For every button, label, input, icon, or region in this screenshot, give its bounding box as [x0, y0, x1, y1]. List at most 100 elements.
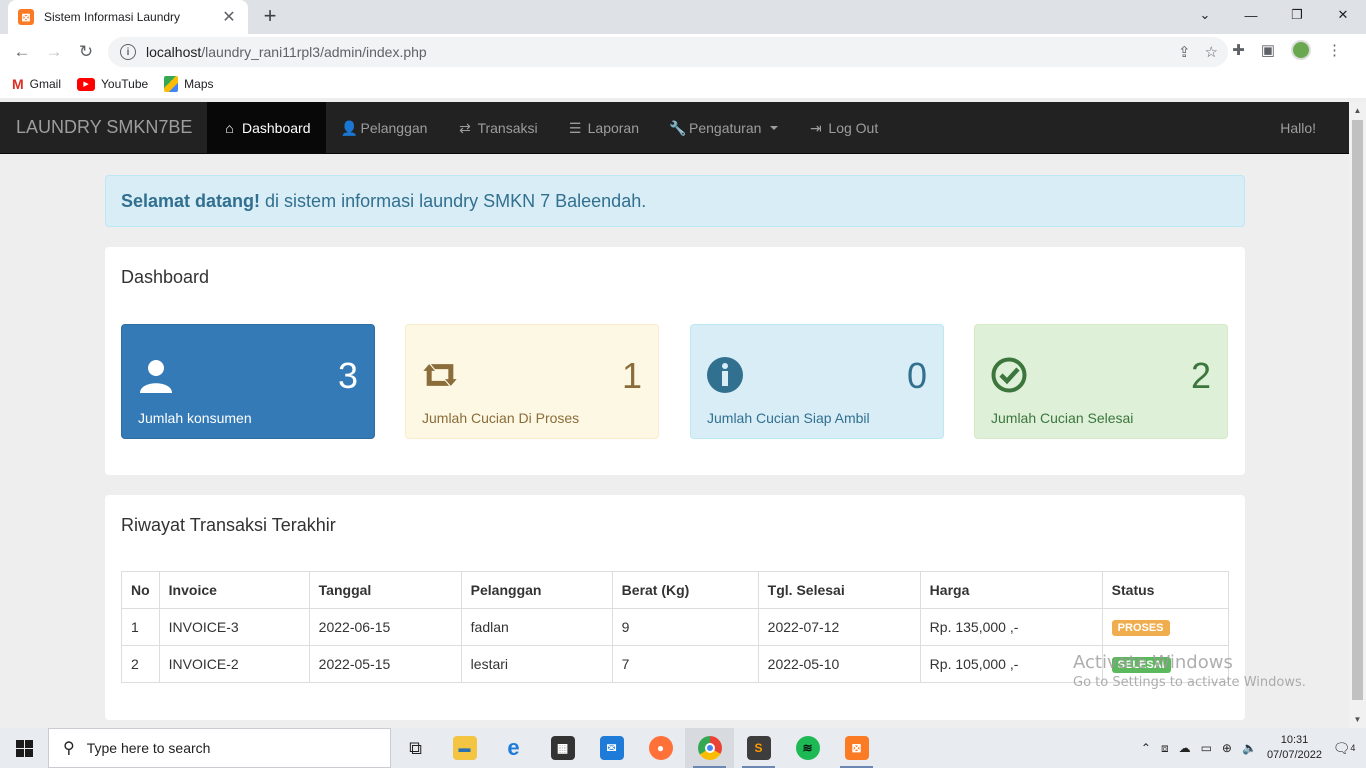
nav-label: Pelanggan	[360, 120, 428, 136]
browser-tab[interactable]: ⊠ Sistem Informasi Laundry ✕	[8, 0, 248, 34]
file-explorer-icon: ▬	[452, 736, 477, 760]
taskbar-edge[interactable]: e	[489, 728, 538, 768]
xampp-favicon-icon: ⊠	[18, 9, 34, 25]
profile-avatar[interactable]	[1291, 40, 1311, 60]
check-circle-icon	[989, 355, 1029, 395]
firefox-icon: ●	[648, 736, 673, 760]
restore-button[interactable]: ❐	[1274, 0, 1320, 30]
taskbar-search[interactable]: ⚲ Type here to search	[48, 728, 391, 768]
cell-pelanggan: fadlan	[460, 608, 613, 646]
start-button[interactable]	[0, 728, 48, 768]
user-icon: 👤	[340, 119, 358, 136]
task-view-button[interactable]: ⧉	[391, 728, 440, 768]
side-panel-icon[interactable]: ▣	[1261, 41, 1275, 59]
nav-pengaturan-dropdown[interactable]: 🔧 Pengaturan	[654, 102, 793, 154]
notification-center-button[interactable]: 🗨 4	[1332, 736, 1356, 760]
info-circle-icon	[705, 355, 745, 395]
forward-button[interactable]: →	[38, 36, 70, 68]
window-controls: ⌄ — ❐ ✕	[1182, 0, 1366, 30]
address-bar[interactable]: i localhost/laundry_rani11rpl3/admin/ind…	[108, 37, 1228, 67]
card-value: 1	[621, 355, 642, 396]
column-header: Berat (Kg)	[611, 571, 759, 609]
taskbar-spotify[interactable]: ≋	[783, 728, 832, 768]
watermark-line2: Go to Settings to activate Windows.	[1073, 675, 1306, 690]
wrench-icon: 🔧	[669, 119, 687, 136]
xampp-icon: ⊠	[844, 736, 869, 760]
taskbar-xampp[interactable]: ⊠	[832, 728, 881, 768]
card-value: 2	[1190, 355, 1211, 396]
nav-laporan[interactable]: ☰ Laporan	[553, 102, 654, 154]
nav-logout[interactable]: ⇥ Log Out	[793, 102, 893, 154]
close-window-button[interactable]: ✕	[1320, 0, 1366, 30]
cell-selesai: 2022-07-12	[757, 608, 921, 646]
network-icon[interactable]: ⊕	[1222, 741, 1232, 755]
taskbar-store[interactable]: ▦	[538, 728, 587, 768]
tray-chevron-up-icon[interactable]: ⌃	[1141, 741, 1151, 755]
taskbar-file-explorer[interactable]: ▬	[440, 728, 489, 768]
card-cucian-siap-ambil: 0 Jumlah Cucian Siap Ambil	[690, 324, 944, 439]
browser-tabstrip: ⊠ Sistem Informasi Laundry ✕ + ⌄ — ❐ ✕	[0, 0, 1366, 34]
bookmark-gmail[interactable]: M Gmail	[12, 76, 61, 92]
taskbar-chrome[interactable]	[685, 728, 734, 768]
windows-logo-icon	[15, 739, 33, 757]
column-header: Status	[1101, 571, 1230, 609]
taskbar-firefox[interactable]: ●	[636, 728, 685, 768]
battery-icon[interactable]: ▭	[1201, 741, 1212, 755]
bookmark-star-icon[interactable]: ☆	[1205, 43, 1218, 61]
share-icon[interactable]: ⇪	[1178, 43, 1191, 61]
status-badge: PROSES	[1111, 620, 1170, 636]
volume-icon[interactable]: 🔈	[1242, 741, 1257, 755]
scrollbar-thumb[interactable]	[1352, 120, 1363, 700]
column-header: Tgl. Selesai	[757, 571, 921, 609]
card-cucian-selesai: 2 Jumlah Cucian Selesai	[974, 324, 1228, 439]
tab-search-icon[interactable]: ⌄	[1182, 0, 1228, 30]
nav-menu: ⌂ Dashboard 👤 Pelanggan ⇄ Transaksi ☰ La…	[207, 102, 893, 154]
taskbar-mail[interactable]: ✉	[587, 728, 636, 768]
cell-status: PROSES	[1101, 608, 1230, 646]
column-header: Invoice	[158, 571, 310, 609]
page-scrollbar[interactable]: ▲ ▼	[1349, 102, 1366, 728]
dashboard-panel: Dashboard 3 Jumlah konsumen 1 Jumlah Cuc…	[105, 247, 1245, 475]
cell-tanggal: 2022-06-15	[308, 608, 462, 646]
site-info-icon[interactable]: i	[120, 44, 136, 60]
maps-icon	[164, 76, 179, 92]
new-tab-button[interactable]: +	[258, 3, 282, 28]
bookmark-label: Gmail	[29, 77, 62, 91]
scroll-up-arrow-icon[interactable]: ▲	[1349, 102, 1366, 119]
extensions-icon[interactable]: ✚	[1232, 41, 1245, 59]
url-host: localhost	[146, 44, 202, 60]
user-icon	[136, 355, 176, 395]
cell-no: 1	[121, 608, 160, 646]
brand[interactable]: LAUNDRY SMKN7BE	[16, 117, 192, 138]
taskbar-sublime[interactable]: S	[734, 728, 783, 768]
bookmark-youtube[interactable]: ▶ YouTube	[77, 77, 148, 91]
nav-pelanggan[interactable]: 👤 Pelanggan	[326, 102, 443, 154]
onedrive-icon[interactable]: ☁	[1179, 741, 1191, 755]
reload-button[interactable]: ↻	[70, 36, 102, 68]
nav-label: Pengaturan	[689, 120, 762, 136]
clock[interactable]: 10:31 07/07/2022	[1267, 733, 1322, 763]
welcome-bold: Selamat datang!	[121, 190, 261, 211]
cell-berat: 7	[611, 645, 759, 683]
top-navbar: LAUNDRY SMKN7BE ⌂ Dashboard 👤 Pelanggan …	[0, 102, 1349, 154]
minimize-button[interactable]: —	[1228, 0, 1274, 30]
menu-kebab-icon[interactable]: ⋮	[1327, 41, 1342, 59]
cell-selesai: 2022-05-10	[757, 645, 921, 683]
nav-transaksi[interactable]: ⇄ Transaksi	[442, 102, 552, 154]
column-header: No	[121, 571, 160, 609]
notification-count: 4	[1350, 743, 1356, 753]
nav-dashboard[interactable]: ⌂ Dashboard	[207, 102, 326, 154]
tab-close-icon[interactable]: ✕	[220, 7, 238, 27]
cell-berat: 9	[611, 608, 759, 646]
sublime-text-icon: S	[746, 736, 771, 760]
search-icon: ⚲	[63, 740, 75, 757]
column-header: Tanggal	[308, 571, 462, 609]
scroll-down-arrow-icon[interactable]: ▼	[1349, 711, 1366, 728]
nav-label: Transaksi	[477, 120, 538, 136]
card-label: Jumlah Cucian Di Proses	[422, 410, 580, 426]
tray-app-icon[interactable]: ⧈	[1161, 741, 1169, 756]
back-button[interactable]: ←	[6, 36, 38, 68]
card-jumlah-konsumen: 3 Jumlah konsumen	[121, 324, 375, 439]
bookmark-maps[interactable]: Maps	[164, 76, 214, 92]
notification-icon: 🗨	[1332, 739, 1351, 756]
